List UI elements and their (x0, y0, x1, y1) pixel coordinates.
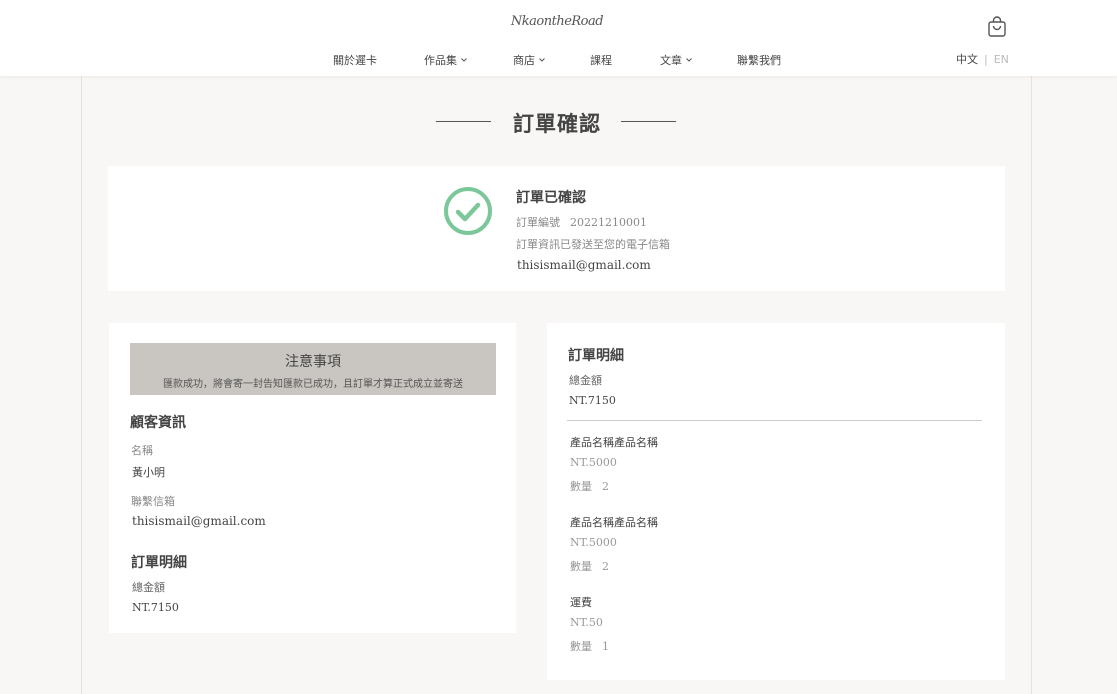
nav-item-courses[interactable]: 課程 (590, 52, 612, 68)
left-total-label: 總金額 (132, 581, 165, 594)
title-rule-right (621, 121, 676, 122)
qty-label: 數量 (570, 640, 592, 653)
order-number-value: 20221210001 (570, 216, 647, 229)
email-value: thisismail@gmail.com (132, 514, 266, 528)
left-total-value: NT.7150 (132, 601, 179, 614)
qty-value: 1 (602, 640, 609, 653)
shipping-price: NT.50 (570, 616, 603, 629)
left-order-detail-title: 訂單明細 (131, 555, 187, 571)
lang-zh[interactable]: 中文 (956, 51, 978, 67)
logo[interactable]: NkaontheRoad (511, 4, 604, 38)
order-detail-card (547, 323, 1005, 680)
shipping-name: 運費 (570, 596, 592, 609)
chevron-down-icon (686, 58, 692, 62)
item-quantity: 數量 2 (570, 558, 609, 574)
main-nav: 關於遲卡 作品集 商店 課程 文章 聯繫我們 (0, 52, 1117, 68)
qty-label: 數量 (570, 480, 592, 493)
name-label: 名稱 (131, 444, 153, 457)
nav-label: 關於遲卡 (333, 54, 377, 67)
nav-label: 作品集 (424, 54, 457, 67)
lang-separator: | (984, 52, 988, 66)
item-price: NT.5000 (570, 536, 617, 549)
nav-item-portfolio[interactable]: 作品集 (424, 52, 468, 68)
qty-value: 2 (602, 560, 609, 573)
nav-item-contact[interactable]: 聯繫我們 (737, 52, 781, 68)
shipping-quantity: 數量 1 (570, 638, 609, 654)
nav-label: 課程 (590, 54, 612, 67)
shopping-bag-icon[interactable] (987, 16, 1007, 38)
check-circle-icon (444, 187, 492, 235)
nav-item-shop[interactable]: 商店 (513, 52, 546, 68)
item-name: 產品名稱產品名稱 (570, 516, 658, 529)
item-quantity: 數量 2 (570, 478, 609, 494)
nav-label: 商店 (513, 54, 535, 67)
item-price: NT.5000 (570, 456, 617, 469)
notice-title: 注意事項 (285, 354, 341, 370)
divider (567, 420, 982, 421)
name-value: 黃小明 (132, 466, 165, 479)
lang-en[interactable]: EN (994, 53, 1009, 66)
page-title: 訂單確認 (513, 111, 601, 136)
confirmation-email: thisismail@gmail.com (517, 258, 651, 272)
chevron-down-icon (461, 58, 467, 62)
order-number-label: 訂單編號 (516, 216, 560, 229)
qty-label: 數量 (570, 560, 592, 573)
notice-text: 匯款成功，將會寄一封告知匯款已成功，且訂單才算正式成立並寄送 (163, 379, 463, 390)
qty-value: 2 (602, 480, 609, 493)
confirmation-title: 訂單已確認 (516, 190, 586, 206)
nav-item-about[interactable]: 關於遲卡 (333, 52, 377, 68)
right-total-value: NT.7150 (569, 394, 616, 407)
sent-message: 訂單資訊已發送至您的電子信箱 (516, 238, 670, 251)
right-order-detail-title: 訂單明細 (568, 348, 624, 364)
chevron-down-icon (539, 58, 545, 62)
logo-text: NkaontheRoad (510, 13, 604, 29)
notice-box: 注意事項 匯款成功，將會寄一封告知匯款已成功，且訂單才算正式成立並寄送 (130, 343, 496, 395)
nav-item-articles[interactable]: 文章 (660, 52, 693, 68)
customer-info-title: 顧客資訊 (130, 415, 186, 431)
nav-label: 文章 (660, 54, 682, 67)
nav-label: 聯繫我們 (737, 54, 781, 67)
site-header: NkaontheRoad 關於遲卡 作品集 商店 課程 文章 聯繫我們 中文 |… (0, 0, 1117, 76)
item-name: 產品名稱產品名稱 (570, 436, 658, 449)
email-label: 聯繫信箱 (131, 495, 175, 508)
language-switcher: 中文 | EN (956, 51, 1009, 67)
page-title-block: 訂單確認 (436, 108, 676, 136)
title-rule-left (436, 121, 491, 122)
order-number: 訂單編號 20221210001 (516, 214, 647, 230)
right-total-label: 總金額 (569, 374, 602, 387)
